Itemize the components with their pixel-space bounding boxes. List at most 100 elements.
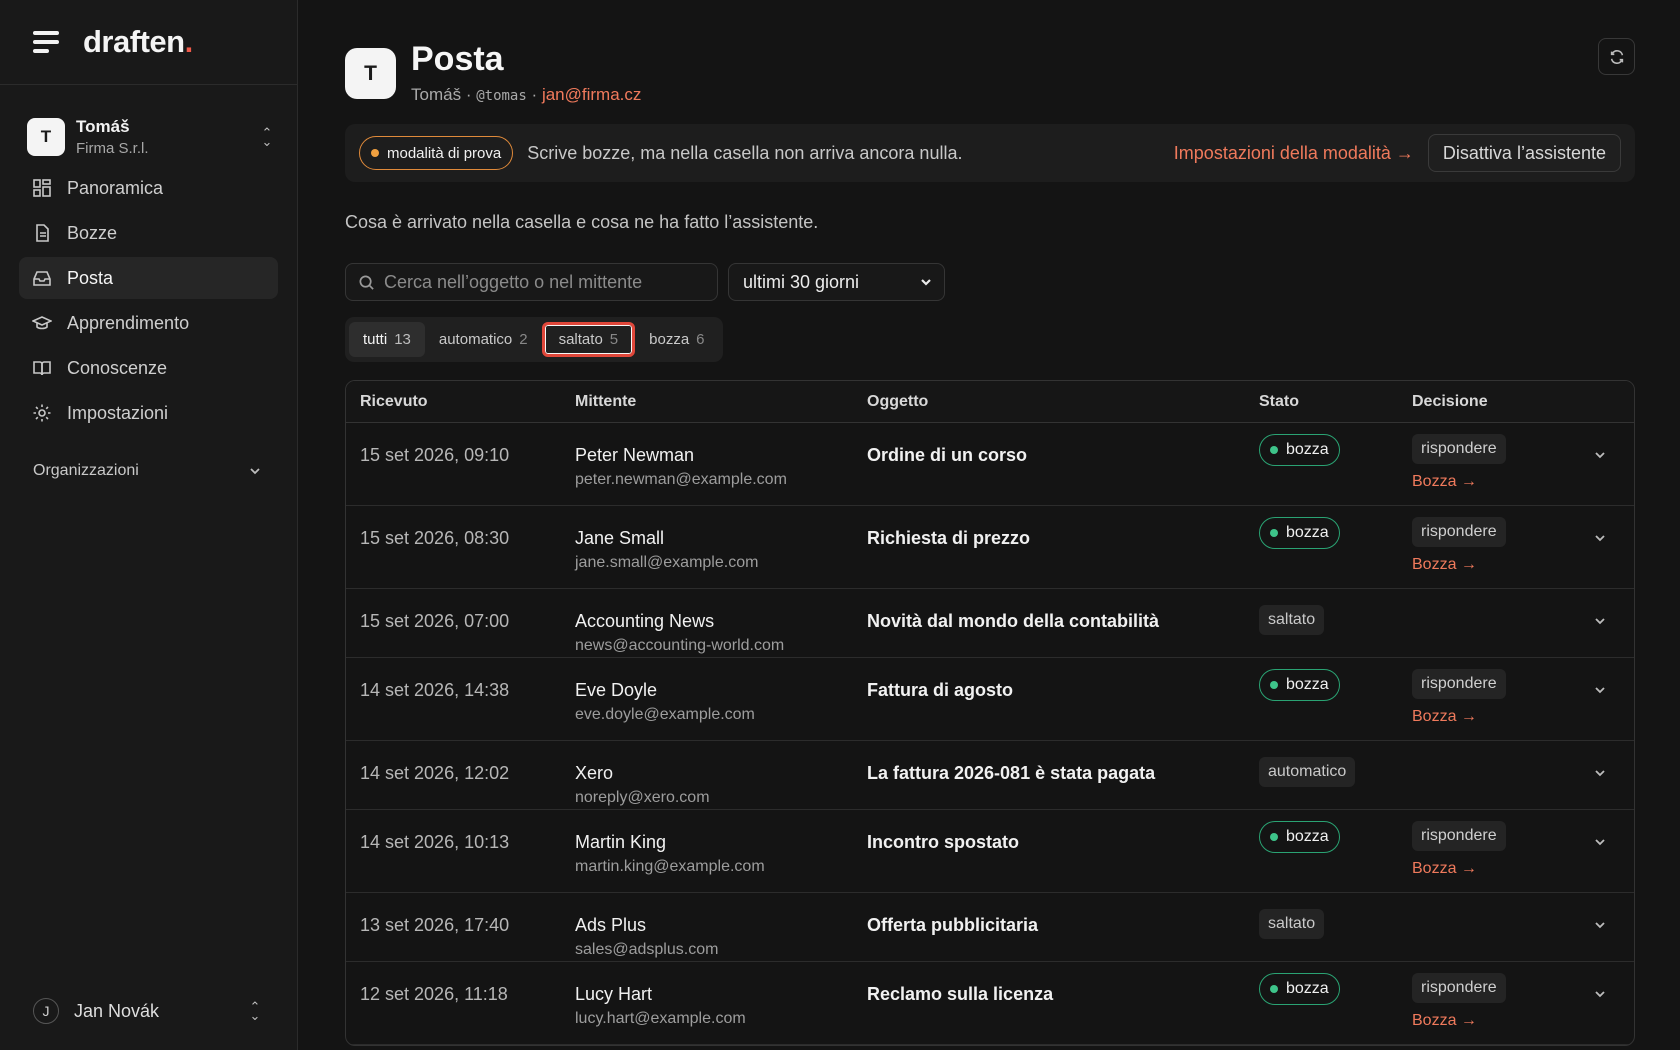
open-draft-link[interactable]: Bozza →	[1412, 473, 1562, 491]
column-header-subject: Oggetto	[867, 392, 929, 410]
expand-row-chevron-icon[interactable]	[1592, 986, 1608, 1002]
account-org: Firma S.r.l.	[76, 140, 149, 157]
sender-name: Eve Doyle	[575, 680, 658, 700]
mode-settings-link[interactable]: Impostazioni della modalità →	[1174, 143, 1414, 164]
received-date: 15 set 2026, 07:00	[360, 611, 510, 631]
table-row[interactable]: 15 set 2026, 08:30 Jane Small jane.small@…	[346, 506, 1634, 589]
sidebar: draften. T Tomáš Firma S.r.l. ⌃ ⌄ Panoram…	[0, 0, 298, 1050]
status-badge: bozza	[1259, 821, 1340, 853]
tab-count: 5	[609, 331, 619, 348]
sidebar-nav: Panoramica Bozze Posta Apprendimento Con…	[0, 167, 297, 434]
table-row[interactable]: 15 set 2026, 09:10 Peter Newman peter.new…	[346, 423, 1634, 506]
sidebar-item-label: Apprendimento	[67, 312, 190, 333]
trial-badge-label: modalità di prova	[387, 144, 502, 162]
sender-email: lucy.hart@example.com	[575, 1010, 746, 1027]
decision-badge[interactable]: rispondere	[1412, 434, 1506, 464]
tab-saltato[interactable]: saltato 5	[541, 322, 636, 357]
decision-badge[interactable]: rispondere	[1412, 669, 1506, 699]
status-badge: automatico	[1259, 757, 1356, 787]
tab-label: saltato	[558, 331, 603, 348]
status-dot	[1270, 833, 1278, 841]
expand-row-chevron-icon[interactable]	[1592, 613, 1608, 629]
chevron-up-down-icon: ⌃ ⌄	[249, 999, 261, 1023]
mail-subject: Incontro spostato	[867, 832, 1019, 852]
sender-name: Lucy Hart	[575, 984, 653, 1004]
disable-assistant-button[interactable]: Disattiva l’assistente	[1427, 134, 1621, 172]
sidebar-item-apprendimento[interactable]: Apprendimento	[19, 302, 278, 344]
tab-bozza[interactable]: bozza 6	[635, 322, 718, 357]
status-badge: bozza	[1259, 517, 1340, 549]
book-icon	[32, 358, 52, 378]
chevron-down-icon	[250, 468, 260, 475]
received-date: 14 set 2026, 12:02	[360, 763, 510, 783]
search-input[interactable]	[384, 271, 704, 293]
expand-row-chevron-icon[interactable]	[1592, 834, 1608, 850]
table-row[interactable]: 14 set 2026, 12:02 Xero noreply@xero.com …	[346, 741, 1634, 810]
open-draft-link[interactable]: Bozza →	[1412, 1012, 1562, 1030]
table-row[interactable]: 12 set 2026, 11:18 Lucy Hart lucy.hart@ex…	[346, 962, 1634, 1045]
status-label: bozza	[1286, 524, 1329, 541]
sidebar-item-panoramica[interactable]: Panoramica	[19, 167, 278, 209]
sidebar-item-bozze[interactable]: Bozze	[19, 212, 278, 254]
expand-row-chevron-icon[interactable]	[1592, 447, 1608, 463]
mail-subject: Offerta pubblicitaria	[867, 915, 1039, 935]
open-draft-link[interactable]: Bozza →	[1412, 708, 1562, 726]
table-row[interactable]: 14 set 2026, 14:38 Eve Doyle eve.doyle@ex…	[346, 658, 1634, 741]
decision-badge[interactable]: rispondere	[1412, 821, 1506, 851]
sidebar-item-impostazioni[interactable]: Impostazioni	[19, 392, 278, 434]
tab-automatico[interactable]: automatico 2	[425, 322, 542, 357]
mail-subject: La fattura 2026-081 è stata pagata	[867, 763, 1156, 783]
status-dot	[1270, 446, 1278, 454]
sidebar-item-label: Posta	[67, 267, 114, 288]
sidebar-item-label: Panoramica	[67, 177, 164, 198]
separator: ·	[531, 85, 538, 104]
menu-icon[interactable]	[33, 31, 59, 53]
table-row[interactable]: 15 set 2026, 07:00 Accounting News news@a…	[346, 589, 1634, 658]
refresh-icon	[1610, 49, 1623, 64]
user-avatar: J	[33, 998, 59, 1024]
brand-bar: draften.	[0, 0, 297, 85]
open-draft-link[interactable]: Bozza →	[1412, 556, 1562, 574]
chevron-up-down-icon: ⌃ ⌄	[261, 125, 273, 149]
sidebar-item-posta[interactable]: Posta	[19, 257, 278, 299]
trial-mode-badge: modalità di prova	[359, 136, 514, 170]
open-draft-link[interactable]: Bozza →	[1412, 860, 1562, 878]
mailbox-avatar: T	[345, 48, 396, 99]
graduation-cap-icon	[32, 313, 52, 333]
decision-badge[interactable]: rispondere	[1412, 973, 1506, 1003]
sidebar-item-conoscenze[interactable]: Conoscenze	[19, 347, 278, 389]
decision-badge[interactable]: rispondere	[1412, 517, 1506, 547]
mail-subject: Ordine di un corso	[867, 445, 1028, 465]
expand-row-chevron-icon[interactable]	[1592, 530, 1608, 546]
brand-logo[interactable]: draften.	[83, 24, 193, 60]
mail-subject: Fattura di agosto	[867, 680, 1014, 700]
trial-description: Scrive bozze, ma nella casella non arriv…	[527, 142, 963, 163]
mail-table: Ricevuto Mittente Oggetto Stato Decision…	[345, 380, 1635, 1046]
trial-mode-banner: modalità di prova Scrive bozze, ma nella…	[345, 124, 1635, 182]
column-header-status: Stato	[1259, 392, 1299, 410]
account-switcher[interactable]: T Tomáš Firma S.r.l. ⌃ ⌄	[27, 117, 275, 157]
sidebar-item-label: Conoscenze	[67, 357, 168, 378]
period-select[interactable]: ultimi 30 giorni	[728, 263, 945, 301]
tab-tutti[interactable]: tutti 13	[349, 322, 425, 357]
expand-row-chevron-icon[interactable]	[1592, 765, 1608, 781]
table-row[interactable]: 13 set 2026, 17:40 Ads Plus sales@adsplus…	[346, 893, 1634, 962]
organizations-toggle[interactable]: Organizzazioni	[33, 462, 263, 480]
table-row[interactable]: 14 set 2026, 10:13 Martin King martin.kin…	[346, 810, 1634, 893]
status-dot	[1270, 529, 1278, 537]
mail-subject: Novità dal mondo della contabilità	[867, 611, 1160, 631]
status-badge: bozza	[1259, 434, 1340, 466]
inbox-icon	[32, 268, 52, 288]
status-badge: bozza	[1259, 669, 1340, 701]
expand-row-chevron-icon[interactable]	[1592, 682, 1608, 698]
mailbox-subtitle: Tomáš · @tomas · jan@firma.cz	[411, 85, 641, 105]
mail-subject: Reclamo sulla licenza	[867, 984, 1054, 1004]
refresh-button[interactable]	[1598, 38, 1635, 75]
expand-row-chevron-icon[interactable]	[1592, 917, 1608, 933]
sidebar-item-label: Bozze	[67, 222, 118, 243]
status-badge: saltato	[1259, 909, 1325, 939]
mailbox-email-link[interactable]: jan@firma.cz	[542, 85, 641, 104]
table-header: Ricevuto Mittente Oggetto Stato Decision…	[346, 381, 1634, 423]
main-content: T Posta Tomáš · @tomas · jan@firma.cz mo…	[345, 0, 1635, 1046]
user-menu[interactable]: J Jan Novák ⌃ ⌄	[33, 998, 263, 1024]
